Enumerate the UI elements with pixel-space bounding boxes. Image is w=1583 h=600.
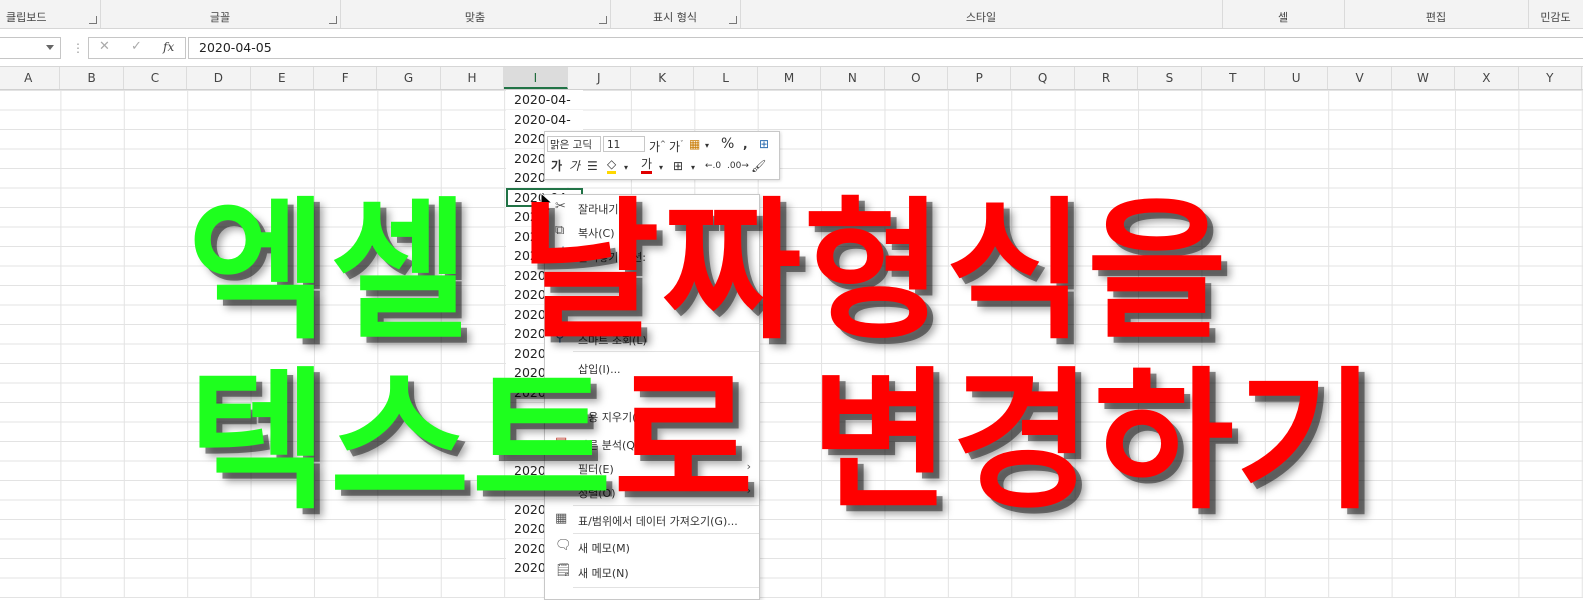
dialog-launcher-icon[interactable] <box>729 16 737 24</box>
title-red-word: 로 변경하기 <box>613 353 1378 530</box>
dialog-launcher-icon[interactable] <box>89 16 97 24</box>
merge-cells-icon[interactable]: ⊞ <box>759 136 769 152</box>
accounting-format-icon[interactable]: ▦ <box>689 136 700 152</box>
column-header-c[interactable]: C <box>124 67 188 89</box>
menu-item-new-note[interactable]: 🗒 새 메모(N) <box>545 561 759 583</box>
overlay-title-line-2: 텍스트로 변경하기 <box>188 366 1378 518</box>
font-name-box[interactable]: 맑은 고딕 <box>547 136 601 152</box>
column-header-q[interactable]: Q <box>1011 67 1075 89</box>
column-header-o[interactable]: O <box>885 67 948 89</box>
increase-decimal-icon[interactable]: ←.0 <box>705 158 721 174</box>
column-header-w[interactable]: W <box>1392 67 1456 89</box>
mini-toolbar: 맑은 고딕 11 가^ 가ˇ ▦ ▾ % , ⊞ 가 가 ☰ ◇ ▾ 가 ▾ ⊞… <box>544 131 780 180</box>
chevron-down-icon[interactable]: ▾ <box>691 160 695 176</box>
column-header-y[interactable]: Y <box>1519 67 1582 89</box>
chevron-down-icon[interactable]: ▾ <box>705 138 709 154</box>
column-header-f[interactable]: F <box>314 67 378 89</box>
formula-input[interactable]: 2020-04-05 <box>188 37 1583 59</box>
column-header-u[interactable]: U <box>1265 67 1329 89</box>
column-header-b[interactable]: B <box>60 67 124 89</box>
more-options-icon[interactable]: ⋮ <box>72 41 84 55</box>
ribbon-group-label: 글꼴 <box>209 11 231 24</box>
italic-icon[interactable]: 가 <box>569 158 580 174</box>
ribbon-group-label: 민감도 <box>1540 11 1571 24</box>
column-header-t[interactable]: T <box>1202 67 1265 89</box>
insert-function-icon[interactable]: fx <box>163 40 174 54</box>
chevron-down-icon[interactable] <box>46 45 54 50</box>
column-headers: ABCDEFGHIJKLMNOPQRSTUVWXY <box>0 67 1583 90</box>
column-header-v[interactable]: V <box>1328 67 1392 89</box>
ribbon-group-styles: 스타일 <box>740 0 1223 28</box>
formula-buttons: ✕ ✓ fx <box>88 37 186 59</box>
borders-icon[interactable]: ⊞ <box>673 158 683 174</box>
ribbon-group-font: 글꼴 <box>100 0 341 28</box>
column-header-e[interactable]: E <box>251 67 314 89</box>
column-header-h[interactable]: H <box>441 67 505 89</box>
title-red-word: 날짜형식을 <box>519 183 1229 360</box>
bold-icon[interactable]: 가 <box>551 158 562 174</box>
column-header-s[interactable]: S <box>1138 67 1202 89</box>
comma-style-icon[interactable]: , <box>743 136 748 152</box>
column-header-x[interactable]: X <box>1455 67 1519 89</box>
ribbon-group-label: 셀 <box>1277 11 1289 24</box>
ribbon-group-editing: 편집 <box>1344 0 1529 28</box>
ribbon-group-alignment: 맞춤 <box>340 0 611 28</box>
column-header-g[interactable]: G <box>377 67 441 89</box>
ribbon-group-strip: 클립보드 글꼴 맞춤 표시 형식 스타일 셀 편집 민감도 <box>0 0 1583 29</box>
column-header-k[interactable]: K <box>631 67 695 89</box>
ribbon-group-label: 표시 형식 <box>653 11 697 24</box>
column-header-m[interactable]: M <box>758 67 822 89</box>
decrease-font-icon[interactable]: 가ˇ <box>669 136 684 155</box>
column-header-r[interactable]: R <box>1075 67 1139 89</box>
column-header-n[interactable]: N <box>821 67 885 89</box>
title-green-word: 엑셀 <box>188 183 472 360</box>
cell-i1[interactable]: 2020-04-03 <box>506 90 583 126</box>
overlay-title-line-1: 엑셀 날짜형식을 <box>188 196 1229 348</box>
title-green-word: 텍스트 <box>188 353 614 530</box>
column-header-d[interactable]: D <box>187 67 251 89</box>
chevron-down-icon[interactable]: ▾ <box>624 160 628 176</box>
chevron-down-icon[interactable]: ▾ <box>659 160 663 176</box>
cancel-icon[interactable]: ✕ <box>99 39 110 54</box>
name-box[interactable] <box>0 37 61 59</box>
ribbon-group-sensitivity: 민감도 <box>1528 0 1583 28</box>
column-header-l[interactable]: L <box>694 67 758 89</box>
decrease-decimal-icon[interactable]: .00→ <box>727 158 749 174</box>
increase-font-icon[interactable]: 가^ <box>649 136 666 155</box>
formula-value: 2020-04-05 <box>199 40 272 55</box>
ribbon-group-cells: 셀 <box>1222 0 1345 28</box>
column-header-i[interactable]: I <box>504 67 568 89</box>
formula-bar: ⋮ ✕ ✓ fx 2020-04-05 <box>0 29 1583 67</box>
ribbon-group-label: 맞춤 <box>464 11 486 24</box>
column-header-a[interactable]: A <box>0 67 61 89</box>
dialog-launcher-icon[interactable] <box>329 16 337 24</box>
dialog-launcher-icon[interactable] <box>599 16 607 24</box>
format-painter-icon[interactable]: 🖌 <box>751 158 766 174</box>
comment-icon: 🗨 <box>555 538 572 553</box>
ribbon-group-label: 편집 <box>1425 11 1447 24</box>
column-header-p[interactable]: P <box>948 67 1012 89</box>
menu-item-new-comment[interactable]: 🗨 새 메모(M) <box>545 536 759 558</box>
note-icon: 🗒 <box>555 563 572 578</box>
align-center-icon[interactable]: ☰ <box>587 158 598 174</box>
ribbon-group-label: 클립보드 <box>6 11 47 24</box>
ribbon-group-clipboard: 클립보드 <box>0 0 101 28</box>
percent-icon[interactable]: % <box>721 136 734 152</box>
font-size-box[interactable]: 11 <box>603 136 645 152</box>
ribbon-group-number: 표시 형식 <box>610 0 741 28</box>
cell-i2[interactable]: 2020-04-26 <box>506 109 583 146</box>
font-color-icon[interactable]: 가 <box>641 158 653 174</box>
ribbon-group-label: 스타일 <box>965 11 997 24</box>
enter-icon[interactable]: ✓ <box>131 39 142 54</box>
column-header-j[interactable]: J <box>568 67 631 89</box>
fill-color-icon[interactable]: ◇ <box>607 158 617 174</box>
